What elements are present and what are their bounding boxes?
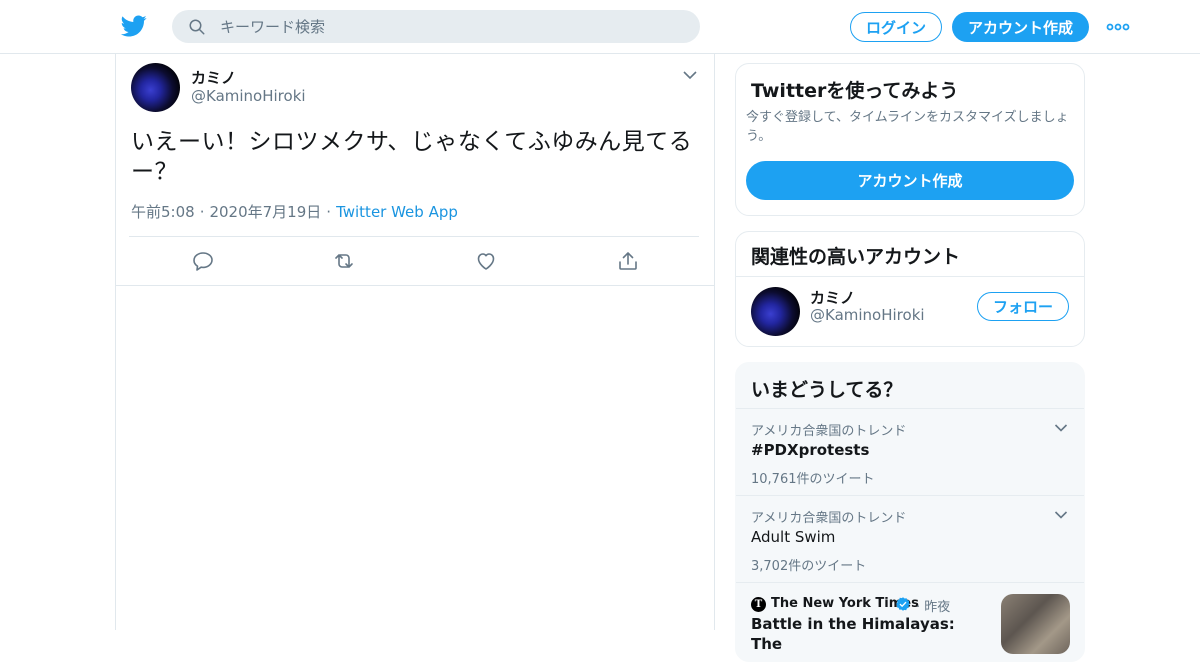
signup-card: Twitterを使ってみよう 今すぐ登録して、タイムラインをカスタマイズしましょ… bbox=[735, 63, 1085, 216]
news-time-text: 昨夜 bbox=[924, 600, 951, 615]
tweet-source-link[interactable]: Twitter Web App bbox=[336, 203, 458, 221]
trends-card: いまどうしてる？ アメリカ合衆国のトレンド #PDXprotests 10,76… bbox=[735, 362, 1085, 662]
twitter-bird-icon[interactable] bbox=[120, 13, 148, 39]
trend-item[interactable]: アメリカ合衆国のトレンド #PDXprotests 10,761件のツイート bbox=[736, 408, 1084, 495]
tweet-date[interactable]: 2020年7月19日 bbox=[209, 203, 321, 221]
trend-name[interactable]: Adult Swim bbox=[751, 528, 835, 546]
signup-card-description: 今すぐ登録して、タイムラインをカスタマイズしましょう。 bbox=[746, 110, 1069, 144]
follow-button[interactable]: フォロー bbox=[977, 292, 1069, 321]
trend-item[interactable]: アメリカ合衆国のトレンド Adult Swim 3,702件のツイート bbox=[736, 495, 1084, 582]
main-column: カミノ @KaminoHiroki いえーい！シロツメクサ、じゃなくてふゆみん見… bbox=[115, 54, 715, 630]
related-accounts-card: 関連性の高いアカウント カミノ @KaminoHiroki フォロー bbox=[735, 231, 1085, 347]
avatar[interactable] bbox=[751, 287, 800, 336]
trend-context: アメリカ合衆国のトレンド bbox=[751, 424, 907, 439]
news-separator: · bbox=[916, 600, 921, 615]
tweet-detail: カミノ @KaminoHiroki いえーい！シロツメクサ、じゃなくてふゆみん見… bbox=[116, 54, 714, 286]
author-display-name[interactable]: カミノ bbox=[191, 67, 236, 88]
news-thumbnail[interactable] bbox=[1001, 594, 1070, 654]
verified-icon bbox=[896, 597, 910, 611]
trend-count: 3,702件のツイート bbox=[751, 559, 867, 574]
news-time: · 昨夜 bbox=[916, 596, 950, 615]
author-handle[interactable]: @KaminoHiroki bbox=[191, 87, 306, 105]
related-account-name[interactable]: カミノ bbox=[810, 287, 855, 308]
signup-card-title: Twitterを使ってみよう bbox=[751, 80, 959, 102]
news-headline[interactable]: Battle in the Himalayas: The bbox=[751, 614, 991, 654]
chevron-down-icon[interactable] bbox=[1054, 423, 1068, 433]
divider bbox=[129, 236, 699, 237]
login-button[interactable]: ログイン bbox=[850, 12, 942, 42]
retweet-icon[interactable] bbox=[332, 249, 356, 273]
meta-separator: · bbox=[326, 203, 332, 221]
nyt-logo-icon: T bbox=[751, 597, 766, 612]
trend-count: 10,761件のツイート bbox=[751, 472, 875, 487]
avatar[interactable] bbox=[131, 63, 180, 112]
more-dots-icon[interactable] bbox=[1106, 21, 1130, 33]
search-bar[interactable] bbox=[172, 10, 700, 43]
tweet-actions bbox=[116, 249, 714, 273]
share-icon[interactable] bbox=[616, 249, 640, 273]
tweet-time[interactable]: 午前5:08 bbox=[131, 203, 195, 221]
signup-card-button[interactable]: アカウント作成 bbox=[746, 161, 1074, 200]
related-card-title: 関連性の高いアカウント bbox=[751, 246, 961, 268]
news-item[interactable]: T The New York Times · 昨夜 Battle in the … bbox=[736, 582, 1084, 661]
tweet-meta: 午前5:08 · 2020年7月19日 · Twitter Web App bbox=[131, 201, 458, 222]
signup-button[interactable]: アカウント作成 bbox=[952, 12, 1089, 42]
divider bbox=[736, 276, 1084, 277]
search-input[interactable] bbox=[220, 17, 660, 36]
meta-separator: · bbox=[199, 203, 205, 221]
chevron-down-icon[interactable] bbox=[682, 68, 698, 82]
reply-icon[interactable] bbox=[191, 249, 215, 273]
trend-context: アメリカ合衆国のトレンド bbox=[751, 511, 907, 526]
search-icon bbox=[189, 19, 205, 34]
related-account-handle[interactable]: @KaminoHiroki bbox=[810, 306, 925, 324]
top-navigation-bar: ログイン アカウント作成 bbox=[0, 0, 1200, 54]
trends-card-title: いまどうしてる？ bbox=[751, 379, 903, 401]
like-icon[interactable] bbox=[474, 249, 498, 273]
chevron-down-icon[interactable] bbox=[1054, 510, 1068, 520]
trend-name[interactable]: #PDXprotests bbox=[751, 441, 869, 459]
tweet-text: いえーい！シロツメクサ、じゃなくてふゆみん見てるー？ bbox=[131, 129, 693, 185]
